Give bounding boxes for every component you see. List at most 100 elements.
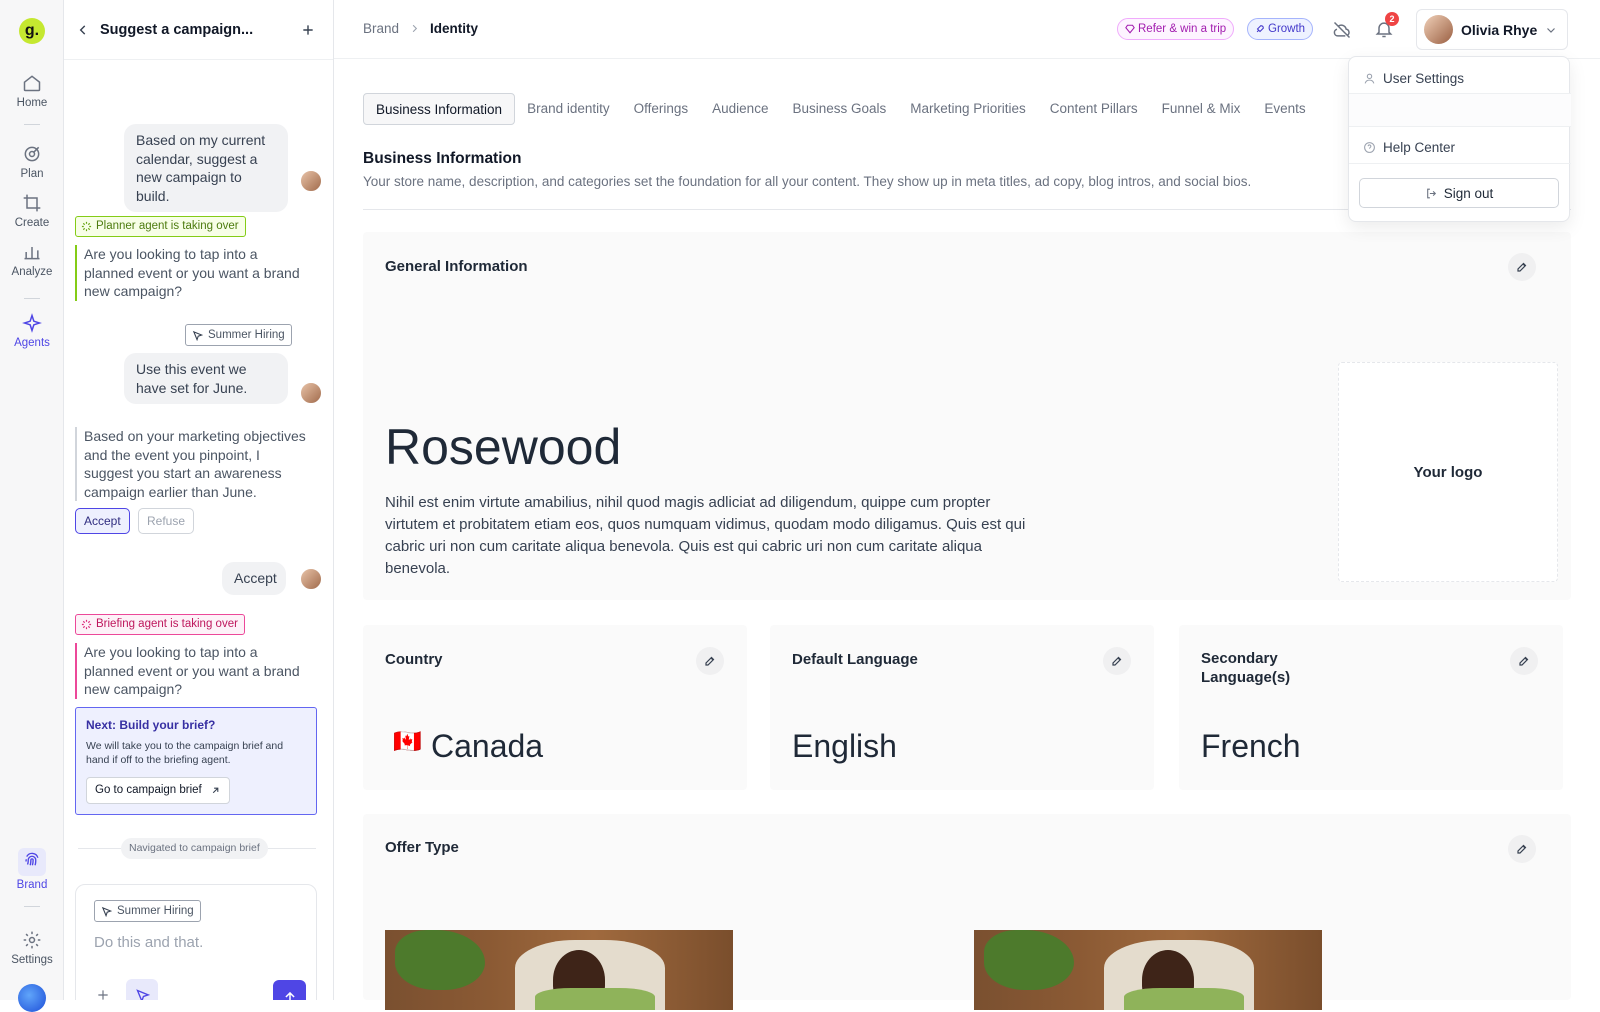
logo-upload[interactable]: Your logo xyxy=(1338,362,1558,582)
nav-home-label: Home xyxy=(16,97,48,109)
country-title: Country xyxy=(385,651,443,668)
workspace-avatar[interactable] xyxy=(18,984,46,1012)
nav-agents[interactable]: Agents xyxy=(0,313,64,349)
general-information-title: General Information xyxy=(385,258,528,275)
offer-image[interactable] xyxy=(385,930,733,1010)
user-menu-button[interactable]: Olivia Rhye xyxy=(1416,9,1568,50)
notification-badge: 2 xyxy=(1385,12,1399,26)
nav-divider xyxy=(24,298,40,299)
arrow-up-icon xyxy=(284,991,295,1000)
chat-panel: Suggest a campaign... Based on my curren… xyxy=(64,0,334,1000)
left-rail: g. Home Plan Create Analyze Agents Brand… xyxy=(0,0,64,1012)
plus-icon[interactable] xyxy=(96,988,110,1000)
menu-user-settings[interactable]: User Settings xyxy=(1363,71,1464,86)
cloud-off-icon[interactable] xyxy=(1332,20,1352,40)
tab-brand-identity[interactable]: Brand identity xyxy=(515,93,622,125)
tab-events[interactable]: Events xyxy=(1252,93,1317,125)
edit-button[interactable] xyxy=(1508,253,1536,281)
agent-message: Are you looking to tap into a planned ev… xyxy=(75,245,310,301)
tab-business-goals[interactable]: Business Goals xyxy=(780,93,898,125)
accept-button[interactable]: Accept xyxy=(75,508,130,534)
nav-agents-label: Agents xyxy=(14,337,50,349)
brand-icon-wrap xyxy=(18,848,46,876)
section-title: Business Information xyxy=(363,150,522,167)
nav-divider xyxy=(24,124,40,125)
planner-agent-tag-label: Planner agent is taking over xyxy=(96,220,239,232)
growth-pill[interactable]: Growth xyxy=(1247,18,1314,40)
composer-input[interactable]: Do this and that. xyxy=(94,934,203,951)
user-avatar xyxy=(300,170,322,192)
go-to-brief-button[interactable]: Go to campaign brief xyxy=(86,777,230,804)
navigated-status: Navigated to campaign brief xyxy=(121,838,268,859)
person-top xyxy=(535,988,655,1010)
edit-button[interactable] xyxy=(1510,647,1538,675)
nav-settings[interactable]: Settings xyxy=(0,930,64,966)
nav-divider xyxy=(24,906,40,907)
pencil-icon xyxy=(705,656,715,666)
chevron-down-icon xyxy=(1547,28,1555,33)
nav-create[interactable]: Create xyxy=(0,193,64,229)
user-avatar xyxy=(1424,15,1453,44)
target-icon xyxy=(24,146,40,162)
next-step-card: Next: Build your brief? We will take you… xyxy=(75,707,317,815)
home-icon xyxy=(23,75,41,92)
event-chip[interactable]: Summer Hiring xyxy=(185,324,292,346)
breadcrumb: Brand Identity xyxy=(363,21,478,36)
chevron-left-icon[interactable] xyxy=(76,23,90,37)
brand-description: Nihil est enim virtute amabilius, nihil … xyxy=(385,494,1026,577)
breadcrumb-brand[interactable]: Brand xyxy=(363,21,399,36)
next-step-title: Next: Build your brief? xyxy=(86,718,216,732)
offer-type-card: Offer Type xyxy=(363,814,1571,1010)
default-language-title: Default Language xyxy=(792,651,918,668)
loader-icon xyxy=(81,221,92,232)
planner-agent-tag: Planner agent is taking over xyxy=(75,216,246,237)
menu-help-center[interactable]: Help Center xyxy=(1363,140,1455,155)
refuse-button[interactable]: Refuse xyxy=(138,508,195,534)
growth-label: Growth xyxy=(1268,23,1306,35)
nav-plan-label: Plan xyxy=(20,168,44,180)
send-button[interactable] xyxy=(273,980,306,1000)
composer-event-chip[interactable]: Summer Hiring xyxy=(94,900,201,922)
tab-marketing-priorities[interactable]: Marketing Priorities xyxy=(898,93,1038,125)
general-information-card: General Information Rosewood Nihil est e… xyxy=(363,232,1571,600)
offer-image[interactable] xyxy=(974,930,1322,1010)
pointer-tool-button[interactable] xyxy=(126,979,158,1000)
tab-offerings[interactable]: Offerings xyxy=(622,93,701,125)
notifications-button[interactable]: 2 xyxy=(1374,12,1399,39)
menu-hover-row xyxy=(1349,93,1571,127)
tab-content-pillars[interactable]: Content Pillars xyxy=(1038,93,1150,125)
user-dropdown-menu: User Settings Help Center Sign out xyxy=(1348,56,1571,222)
user-avatar xyxy=(300,568,322,590)
help-circle-icon xyxy=(1364,142,1375,153)
nav-brand-label: Brand xyxy=(16,879,48,891)
nav-analyze[interactable]: Analyze xyxy=(0,242,64,278)
user-message: Based on my current calendar, suggest a … xyxy=(124,124,288,212)
brand-name: Rosewood xyxy=(385,419,622,475)
user-message: Use this event we have set for June. xyxy=(124,353,288,404)
user-icon xyxy=(1364,73,1375,84)
nav-home[interactable]: Home xyxy=(0,73,64,109)
edit-button[interactable] xyxy=(1508,835,1536,863)
plus-icon[interactable] xyxy=(301,23,315,37)
sign-out-button[interactable]: Sign out xyxy=(1359,178,1559,208)
chat-header: Suggest a campaign... xyxy=(64,0,333,60)
app-logo[interactable]: g. xyxy=(19,18,45,44)
agent-message: Are you looking to tap into a planned ev… xyxy=(75,643,310,699)
bar-chart-icon xyxy=(24,247,40,260)
edit-button[interactable] xyxy=(696,647,724,675)
nav-brand[interactable]: Brand xyxy=(0,848,64,891)
composer: Summer Hiring Do this and that. xyxy=(75,884,317,1000)
tab-business-information[interactable]: Business Information xyxy=(363,93,516,125)
nav-analyze-label: Analyze xyxy=(11,266,53,278)
next-step-body: We will take you to the campaign brief a… xyxy=(86,740,284,766)
default-language-card: Default Language English xyxy=(770,625,1154,790)
nav-plan[interactable]: Plan xyxy=(0,144,64,180)
cursor-icon xyxy=(192,330,203,341)
menu-help-center-label: Help Center xyxy=(1383,140,1456,155)
tab-audience[interactable]: Audience xyxy=(700,93,780,125)
tab-funnel-mix[interactable]: Funnel & Mix xyxy=(1150,93,1253,125)
country-card: Country 🇨🇦 Canada xyxy=(363,625,747,790)
refer-pill[interactable]: Refer & win a trip xyxy=(1117,18,1235,40)
loader-icon xyxy=(81,619,92,630)
edit-button[interactable] xyxy=(1103,647,1131,675)
